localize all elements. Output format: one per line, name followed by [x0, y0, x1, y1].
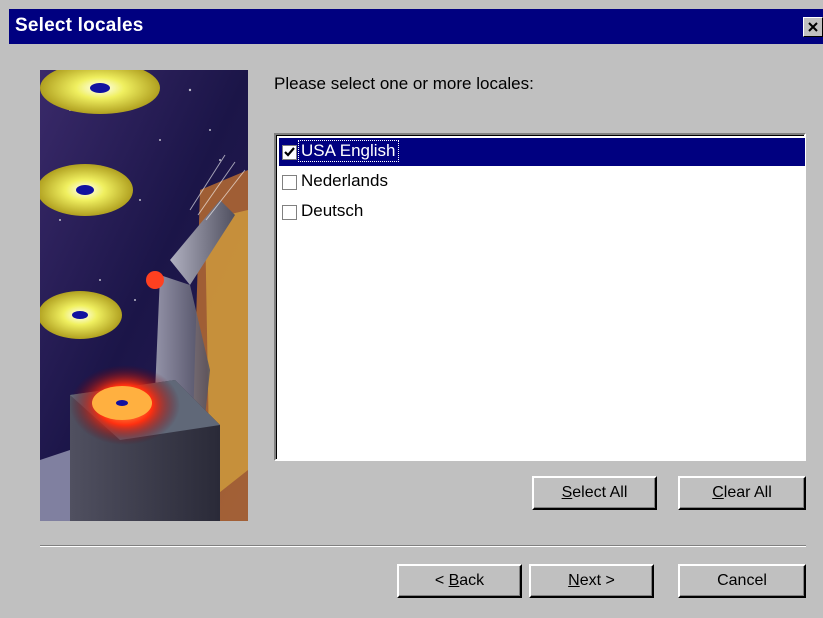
locale-item-usa-english[interactable]: USA English [279, 138, 805, 166]
locales-listbox[interactable]: USA English Nederlands Deutsch [274, 133, 806, 461]
next-button[interactable]: Next > [529, 564, 654, 598]
window-top-edge [0, 0, 823, 9]
window-title: Select locales [15, 15, 144, 36]
cancel-button[interactable]: Cancel [678, 564, 806, 598]
close-icon [808, 22, 818, 32]
checkmark-icon [284, 147, 295, 157]
close-button[interactable] [803, 17, 823, 37]
select-locales-dialog: Select locales Please select one or more… [0, 0, 823, 618]
locales-listbox-inner: USA English Nederlands Deutsch [276, 135, 805, 459]
title-bar[interactable]: Select locales [9, 9, 823, 44]
select-all-mnemonic: S [561, 484, 573, 501]
next-text: ext > [579, 572, 615, 589]
back-button[interactable]: < Back [397, 564, 522, 598]
locale-prompt: Please select one or more locales: [274, 74, 534, 93]
wizard-illustration [40, 70, 248, 521]
locale-item-deutsch[interactable]: Deutsch [279, 198, 805, 226]
locale-checkbox-usa-english[interactable] [282, 145, 297, 160]
clear-all-button[interactable]: Clear All [678, 476, 806, 510]
footer-divider [40, 545, 806, 547]
next-mnemonic: N [568, 572, 580, 589]
select-all-button[interactable]: Select All [532, 476, 657, 510]
back-text: ack [459, 572, 485, 589]
locale-checkbox-deutsch[interactable] [282, 205, 297, 220]
locale-label: Nederlands [301, 171, 388, 190]
locale-item-nederlands[interactable]: Nederlands [279, 168, 805, 196]
window-left-edge [0, 0, 9, 618]
locale-label: Deutsch [301, 201, 364, 220]
locale-label: USA English [298, 140, 399, 162]
clear-all-mnemonic: C [712, 484, 724, 501]
select-all-text: elect All [572, 484, 628, 501]
clear-all-text: lear All [723, 484, 772, 501]
locale-checkbox-nederlands[interactable] [282, 175, 297, 190]
back-mnemonic: B [448, 572, 460, 589]
back-prefix: < [434, 572, 449, 589]
